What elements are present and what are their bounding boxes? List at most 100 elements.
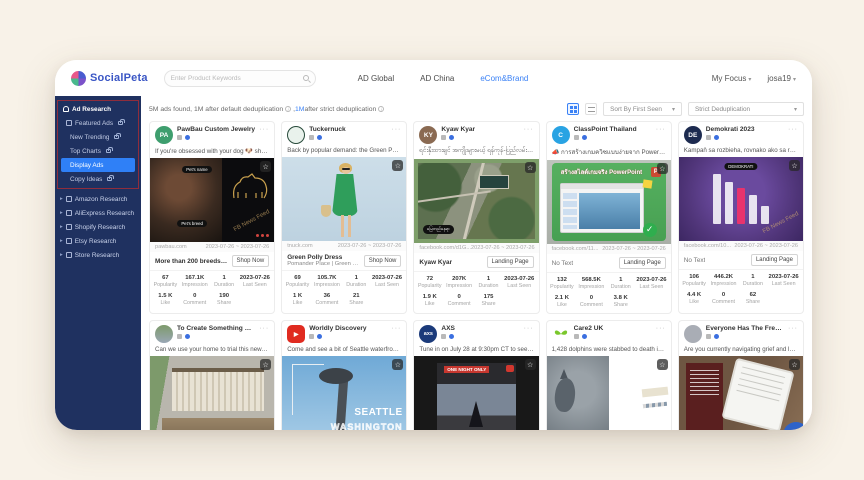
shop-now-button[interactable]: Shop Now — [232, 255, 270, 267]
nav-ad-china[interactable]: AD China — [420, 74, 454, 83]
sidebar-item-new-trending[interactable]: New Trending — [58, 130, 138, 144]
favorite-star-icon[interactable]: ☆ — [260, 359, 271, 370]
landing-page-button[interactable]: Landing Page — [487, 256, 534, 268]
favorite-star-icon[interactable]: ☆ — [789, 359, 800, 370]
advertiser-name[interactable]: Worldly Discovery — [309, 325, 387, 332]
shop-now-button[interactable]: Shop Now — [364, 255, 402, 267]
ad-card[interactable]: ▶ Worldly Discovery ··· Come and see a b… — [281, 320, 407, 430]
sidebar-item-store-research[interactable]: ▸ Store Research — [55, 248, 141, 262]
ad-card[interactable]: Everyone Has The Freedom To... ··· Are y… — [678, 320, 804, 430]
like-value: 4.4 K — [681, 292, 708, 298]
search-input[interactable]: Enter Product Keywords — [164, 70, 316, 87]
ad-creative[interactable]: ☆ — [282, 157, 406, 241]
chevron-right-icon: ▸ — [60, 252, 63, 258]
ad-card[interactable]: Care2 UK ··· 1,428 dolphins were stabbed… — [546, 320, 672, 430]
deduplication-dropdown[interactable]: Strict Deduplication ▾ — [688, 102, 804, 116]
ad-card[interactable]: PA PawBau Custom Jewelry ··· If you're o… — [149, 121, 275, 314]
ad-card[interactable]: C ClassPoint Thailand ··· 📣 การสร้างเกมค… — [546, 121, 672, 314]
info-icon[interactable]: i — [378, 106, 384, 112]
ad-creative[interactable]: ☆ — [150, 356, 274, 430]
video-icon — [506, 365, 514, 372]
comment-value: 0 — [179, 293, 211, 299]
more-options-icon[interactable]: ··· — [391, 126, 401, 144]
favorite-star-icon[interactable]: ☆ — [657, 163, 668, 174]
advertiser-name[interactable]: AXS — [441, 325, 519, 332]
sidebar-item-aliexpress-research[interactable]: ▸ AliExpress Research — [55, 206, 141, 220]
facebook-icon — [706, 135, 711, 140]
ad-domain[interactable]: pawbau.com — [155, 244, 187, 250]
grid-view-button[interactable] — [567, 103, 579, 115]
ad-card[interactable]: DE Demokrati 2023 ··· Kampaň sa rozbieha… — [678, 121, 804, 314]
like-value: 1.5 K — [152, 293, 179, 299]
user-menu[interactable]: josa19▾ — [767, 74, 796, 83]
ad-creative[interactable]: สร้างสไลด์เกมจริง PowerPoint P ✓ ☆ — [547, 160, 671, 244]
ad-creative[interactable]: ☆ — [679, 356, 803, 430]
sidebar-item-ad-research[interactable]: Ad Research — [58, 102, 138, 116]
sidebar-item-shopify-research[interactable]: ▸ Shopify Research — [55, 220, 141, 234]
sidebar-item-featured-ads[interactable]: Featured Ads — [58, 116, 138, 130]
ad-domain[interactable]: facebook.com/10... — [684, 243, 731, 249]
sidebar-item-amazon-research[interactable]: ▸ Amazon Research — [55, 192, 141, 206]
ad-domain[interactable]: facebook.com/11... — [552, 246, 599, 252]
sidebar-item-copy-ideas[interactable]: Copy Ideas — [58, 172, 138, 186]
sort-dropdown[interactable]: Sort By First Seen ▾ — [603, 102, 682, 116]
more-options-icon[interactable]: ··· — [788, 126, 798, 144]
favorite-star-icon[interactable]: ☆ — [392, 160, 403, 171]
favorite-star-icon[interactable]: ☆ — [525, 359, 536, 370]
landing-page-button[interactable]: Landing Page — [619, 257, 666, 269]
like-value: 2.1 K — [549, 295, 576, 301]
nav-ecom-brand[interactable]: eCom&Brand — [480, 74, 528, 83]
chevron-down-icon: ▾ — [748, 77, 751, 83]
advertiser-name[interactable]: Care2 UK — [574, 325, 652, 332]
impression-value: 207K — [443, 276, 475, 282]
ad-card[interactable]: axs AXS ··· Tune in on July 28 at 9:30pm… — [413, 320, 539, 430]
app-window: SocialPeta Enter Product Keywords AD Glo… — [55, 60, 812, 430]
my-focus-dropdown[interactable]: My Focus▾ — [712, 74, 752, 83]
ad-creative[interactable]: ☆ — [547, 356, 671, 430]
ad-domain[interactable]: tnuck.com — [287, 243, 313, 249]
advertiser-name[interactable]: Everyone Has The Freedom To... — [706, 325, 784, 332]
favorite-star-icon[interactable]: ☆ — [525, 162, 536, 173]
more-options-icon[interactable]: ··· — [259, 325, 269, 343]
more-options-icon[interactable]: ··· — [656, 325, 666, 343]
strict-dedup-link[interactable]: 1M — [295, 106, 304, 113]
sidebar-item-top-charts[interactable]: Top Charts — [58, 144, 138, 158]
favorite-star-icon[interactable]: ☆ — [657, 359, 668, 370]
favorite-star-icon[interactable]: ☆ — [260, 161, 271, 172]
sidebar-item-display-ads[interactable]: Display Ads — [61, 158, 135, 172]
favorite-star-icon[interactable]: ☆ — [789, 160, 800, 171]
ad-text: Back by popular demand: the Green Polly … — [282, 146, 406, 157]
advertiser-name[interactable]: Kyaw Kyar — [441, 126, 519, 133]
more-options-icon[interactable]: ··· — [656, 126, 666, 144]
list-view-button[interactable] — [585, 103, 597, 115]
more-options-icon[interactable]: ··· — [391, 325, 401, 343]
advertiser-name[interactable]: To Create Something Exceptio... — [177, 325, 255, 332]
ad-creative[interactable]: SEATTLE WASHINGTON ☆ — [282, 356, 406, 430]
advertiser-name[interactable]: Tuckernuck — [309, 126, 387, 133]
ad-date-range: 2023-07-26 ~ 2023-07-26 — [734, 243, 798, 249]
ad-domain[interactable]: facebook.com/d1G... — [419, 245, 471, 251]
ad-card[interactable]: To Create Something Exceptio... ··· Can … — [149, 320, 275, 430]
ad-creative[interactable]: မြေတည်နေရာ ☆ — [414, 159, 538, 243]
ad-card[interactable]: Tuckernuck ··· Back by popular demand: t… — [281, 121, 407, 314]
advertiser-name[interactable]: ClassPoint Thailand — [574, 126, 652, 133]
nav-ad-global[interactable]: AD Global — [358, 74, 394, 83]
more-options-icon[interactable]: ··· — [788, 325, 798, 343]
ad-card[interactable]: KY Kyaw Kyar ··· ရင်းနှီးထားချင် အကျိုးမ… — [413, 121, 539, 314]
more-options-icon[interactable]: ··· — [524, 325, 534, 343]
favorite-star-icon[interactable]: ☆ — [392, 359, 403, 370]
main-content: 5M ads found, 1M after default deduplica… — [141, 96, 812, 430]
landing-page-button[interactable]: Landing Page — [751, 254, 798, 266]
advertiser-name[interactable]: PawBau Custom Jewelry — [177, 126, 255, 133]
ad-creative[interactable]: ONE NIGHT ONLY ☆ — [414, 356, 538, 430]
more-options-icon[interactable]: ··· — [524, 126, 534, 144]
ad-creative[interactable]: Pet's name Pet's breed FB News Feed ☆ — [150, 158, 274, 242]
info-icon[interactable]: i — [285, 106, 291, 112]
sidebar-item-etsy-research[interactable]: ▸ Etsy Research — [55, 234, 141, 248]
product-subtitle: Pomander Place | Green Polly Dr... — [287, 261, 361, 267]
facebook-icon — [309, 135, 314, 140]
advertiser-name[interactable]: Demokrati 2023 — [706, 126, 784, 133]
more-options-icon[interactable]: ··· — [259, 126, 269, 144]
ad-creative[interactable]: DEMOKRATI FB News Feed ☆ — [679, 157, 803, 241]
brand-logo[interactable]: SocialPeta — [71, 71, 148, 86]
